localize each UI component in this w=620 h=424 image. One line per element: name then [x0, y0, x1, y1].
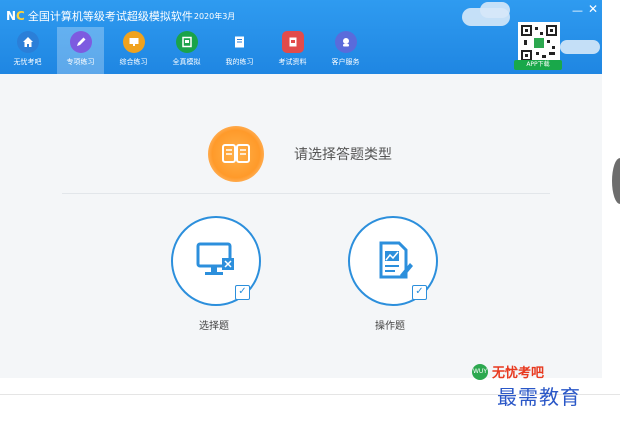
nav-item-materials[interactable]: 考试资料 [269, 27, 316, 74]
brand-logo: WUY 无忧考吧 [472, 362, 544, 381]
nav-label: 无忧考吧 [13, 58, 42, 66]
main-nav: 无忧考吧 专项练习 综合练习 全真模拟 我的练习 考试资料 客户服务 [4, 27, 375, 74]
brand-name: 无忧考吧 [492, 366, 545, 381]
book-icon [208, 126, 264, 182]
monitor-icon [122, 31, 145, 53]
service-icon [334, 31, 357, 53]
nav-item-home[interactable]: 无忧考吧 [4, 27, 51, 74]
operation-question-label: 操作题 [375, 321, 405, 332]
document-icon [281, 31, 304, 53]
nav-label: 考试资料 [278, 58, 307, 66]
nav-item-service[interactable]: 客户服务 [322, 27, 369, 74]
divider [62, 193, 550, 194]
cloud-decoration [560, 40, 600, 54]
cloud-decoration [480, 2, 510, 18]
title-date: 2020年3月 [193, 11, 236, 21]
pencil-icon [69, 31, 92, 53]
qr-code [518, 22, 560, 64]
window-title: NC 全国计算机等级考试超级模拟软件 2020年3月 [6, 8, 235, 24]
minimize-button[interactable]: — [572, 4, 583, 17]
nav-item-comprehensive[interactable]: 综合练习 [110, 27, 157, 74]
nav-label: 专项练习 [66, 58, 95, 66]
nav-item-simulation[interactable]: 全真模拟 [163, 27, 210, 74]
app-download-button[interactable]: APP下载 [514, 60, 562, 70]
nav-item-my-practice[interactable]: 我的练习 [216, 27, 263, 74]
nav-label: 全真模拟 [172, 58, 201, 66]
notes-icon [229, 31, 251, 53]
watermark-text: 最需教育 [497, 385, 581, 409]
checkbox-icon: ✓ [412, 285, 427, 300]
home-icon [16, 31, 39, 53]
brand-icon: WUY [472, 363, 488, 380]
app-window: NC 全国计算机等级考试超级模拟软件 2020年3月 — ✕ 无忧考吧 专项练习 [0, 0, 602, 381]
title-text: 全国计算机等级考试超级模拟软件 [27, 10, 193, 23]
nav-label: 我的练习 [225, 58, 254, 66]
close-button[interactable]: ✕ [588, 2, 598, 16]
nav-label: 综合练习 [119, 58, 148, 66]
exam-icon [175, 31, 198, 53]
choice-question-label: 选择题 [199, 321, 229, 332]
document-chart-icon [379, 241, 413, 279]
nav-item-special[interactable]: 专项练习 [57, 27, 104, 74]
side-edge-decoration [612, 158, 620, 204]
app-logo: NC [6, 9, 25, 23]
nav-label: 客户服务 [331, 58, 360, 66]
monitor-icon [196, 242, 234, 275]
prompt-text: 请选择答题类型 [294, 147, 392, 163]
checkbox-icon: ✓ [235, 285, 250, 300]
answer-type-prompt: 请选择答题类型 [208, 126, 392, 182]
top-bar: NC 全国计算机等级考试超级模拟软件 2020年3月 — ✕ 无忧考吧 专项练习 [0, 0, 602, 74]
